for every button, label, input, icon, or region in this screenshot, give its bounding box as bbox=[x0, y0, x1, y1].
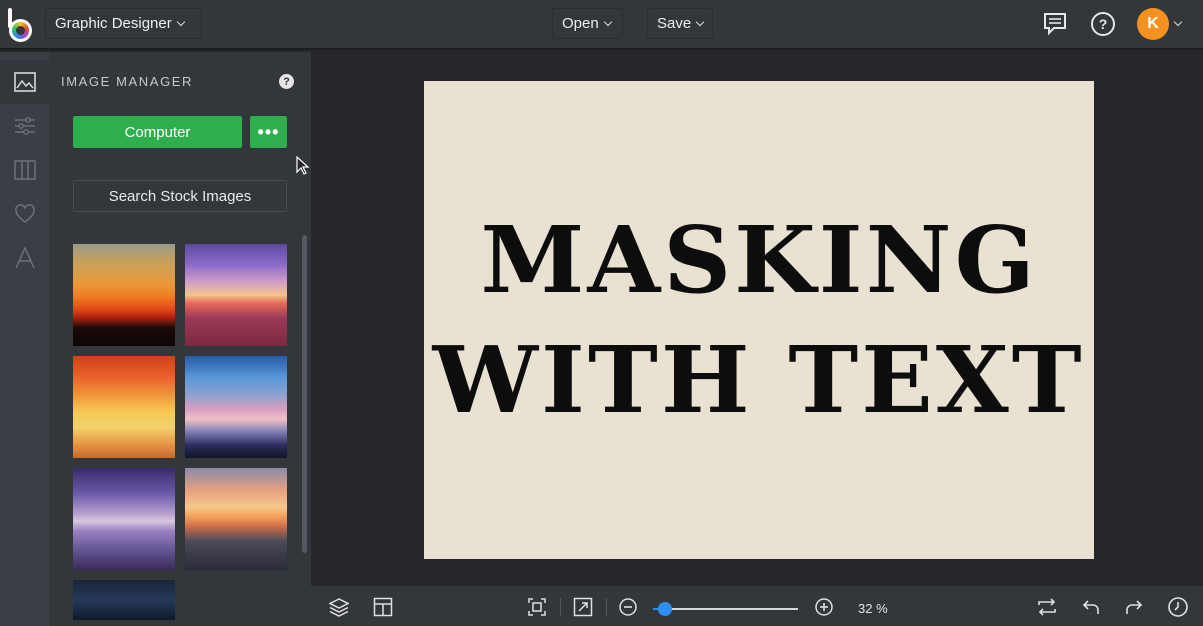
zoom-level: 32 % bbox=[858, 601, 888, 616]
image-thumbnail[interactable] bbox=[185, 468, 287, 570]
panel-title: IMAGE MANAGER bbox=[61, 74, 194, 89]
actual-size-icon[interactable] bbox=[572, 596, 594, 618]
open-label: Open bbox=[562, 15, 599, 32]
swap-icon[interactable] bbox=[1036, 596, 1058, 618]
image-manager-panel: IMAGE MANAGER ? Computer ••• Search Stoc… bbox=[49, 52, 311, 626]
panel-scrollbar[interactable] bbox=[302, 235, 307, 553]
zoom-out-icon[interactable] bbox=[617, 596, 639, 618]
computer-upload-button[interactable]: Computer bbox=[73, 116, 242, 148]
layout-icon[interactable] bbox=[372, 596, 394, 618]
artboard-text-line-2[interactable]: WITH TEXT bbox=[433, 320, 1085, 440]
image-thumbnail[interactable] bbox=[185, 244, 287, 346]
divider bbox=[560, 598, 561, 616]
zoom-slider-handle[interactable] bbox=[657, 602, 672, 616]
save-label: Save bbox=[657, 15, 692, 32]
svg-text:?: ? bbox=[1099, 16, 1108, 32]
fit-to-screen-icon[interactable] bbox=[526, 596, 548, 618]
top-bar: Graphic Designer Open Save ? K bbox=[0, 0, 1203, 50]
tool-rail bbox=[0, 52, 49, 626]
layers-icon[interactable] bbox=[328, 596, 350, 618]
heart-icon[interactable] bbox=[0, 192, 49, 236]
avatar-letter: K bbox=[1147, 15, 1159, 32]
zoom-slider[interactable] bbox=[653, 602, 798, 616]
artboard-text-line-1[interactable]: MASKING bbox=[480, 200, 1037, 320]
zoom-in-icon[interactable] bbox=[813, 596, 835, 618]
image-thumbnail[interactable] bbox=[73, 356, 175, 458]
comment-icon[interactable] bbox=[1041, 10, 1069, 38]
text-tool-icon[interactable] bbox=[0, 236, 49, 280]
open-dropdown[interactable]: Open bbox=[552, 8, 623, 39]
divider bbox=[606, 598, 607, 616]
chevron-down-icon bbox=[176, 17, 185, 26]
help-icon[interactable]: ? bbox=[1089, 10, 1117, 38]
user-avatar[interactable]: K bbox=[1137, 8, 1169, 40]
image-thumbnail[interactable] bbox=[185, 356, 287, 458]
adjustments-icon[interactable] bbox=[0, 104, 49, 148]
search-stock-images-button[interactable]: Search Stock Images bbox=[73, 180, 287, 212]
image-thumbnail[interactable] bbox=[73, 244, 175, 346]
mode-dropdown[interactable]: Graphic Designer bbox=[45, 8, 202, 39]
mouse-cursor-icon bbox=[296, 156, 310, 175]
redo-icon[interactable] bbox=[1123, 596, 1145, 618]
chevron-down-icon bbox=[603, 17, 612, 26]
image-thumbnail[interactable] bbox=[73, 580, 175, 620]
image-manager-icon[interactable] bbox=[0, 60, 49, 104]
more-options-button[interactable]: ••• bbox=[250, 116, 287, 148]
artboard[interactable]: MASKING WITH TEXT bbox=[424, 81, 1094, 559]
history-icon[interactable] bbox=[1167, 596, 1189, 618]
undo-icon[interactable] bbox=[1080, 596, 1102, 618]
mode-label: Graphic Designer bbox=[55, 15, 172, 32]
frames-icon[interactable] bbox=[0, 148, 49, 192]
chevron-down-icon[interactable] bbox=[1173, 17, 1183, 27]
help-icon[interactable]: ? bbox=[279, 74, 294, 89]
befunky-logo-icon[interactable] bbox=[8, 8, 34, 42]
image-thumbnail[interactable] bbox=[73, 468, 175, 570]
canvas-area[interactable]: MASKING WITH TEXT bbox=[311, 52, 1203, 586]
save-dropdown[interactable]: Save bbox=[647, 8, 713, 39]
bottom-toolbar: 32 % bbox=[311, 586, 1203, 626]
chevron-down-icon bbox=[695, 17, 705, 26]
